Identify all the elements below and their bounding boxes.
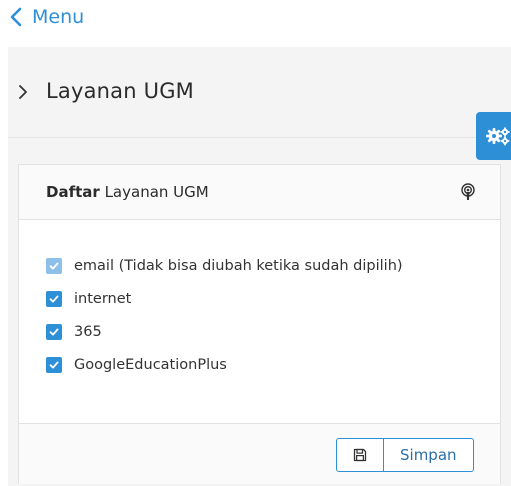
back-to-menu-link[interactable]: Menu <box>8 6 84 28</box>
panel-title-bold: Daftar <box>46 183 100 201</box>
broadcast-icon <box>461 183 475 200</box>
service-option-email: email (Tidak bisa diubah ketika sudah di… <box>46 255 403 277</box>
save-button-group: Simpan <box>336 438 474 472</box>
panel-title: Daftar Layanan UGM <box>46 183 209 201</box>
settings-toggle-button[interactable] <box>476 112 511 160</box>
internet-checkbox[interactable] <box>46 291 62 307</box>
panel-footer: Simpan <box>19 423 500 484</box>
page-title: Layanan UGM <box>46 79 194 103</box>
page-header[interactable]: Layanan UGM <box>8 47 511 138</box>
service-checkbox-list: email (Tidak bisa diubah ketika sudah di… <box>46 255 403 387</box>
office365-option-label: 365 <box>74 324 102 340</box>
save-icon-button[interactable] <box>336 438 384 472</box>
chevron-left-icon <box>10 7 22 27</box>
email-option-label: email (Tidak bisa diubah ketika sudah di… <box>74 258 403 274</box>
email-checkbox <box>46 258 62 274</box>
service-option-365[interactable]: 365 <box>46 321 403 343</box>
panel-title-rest: Layanan UGM <box>104 183 209 201</box>
check-icon <box>49 328 59 336</box>
office365-checkbox[interactable] <box>46 324 62 340</box>
save-button[interactable]: Simpan <box>384 438 474 472</box>
service-option-internet[interactable]: internet <box>46 288 403 310</box>
google-education-plus-option-label: GoogleEducationPlus <box>74 357 227 373</box>
check-icon <box>49 361 59 369</box>
chevron-right-icon <box>19 85 27 99</box>
back-link-label: Menu <box>32 6 85 28</box>
floppy-disk-icon <box>353 448 367 462</box>
top-navigation: Menu <box>0 0 511 40</box>
check-icon <box>49 295 59 303</box>
gear-icon <box>486 127 510 146</box>
service-option-google-education-plus[interactable]: GoogleEducationPlus <box>46 354 403 376</box>
google-education-plus-checkbox[interactable] <box>46 357 62 373</box>
panel-heading: Daftar Layanan UGM <box>19 165 500 220</box>
check-icon <box>49 262 59 270</box>
services-panel: Daftar Layanan UGM email (Tidak bisa diu… <box>18 164 501 484</box>
internet-option-label: internet <box>74 291 132 307</box>
